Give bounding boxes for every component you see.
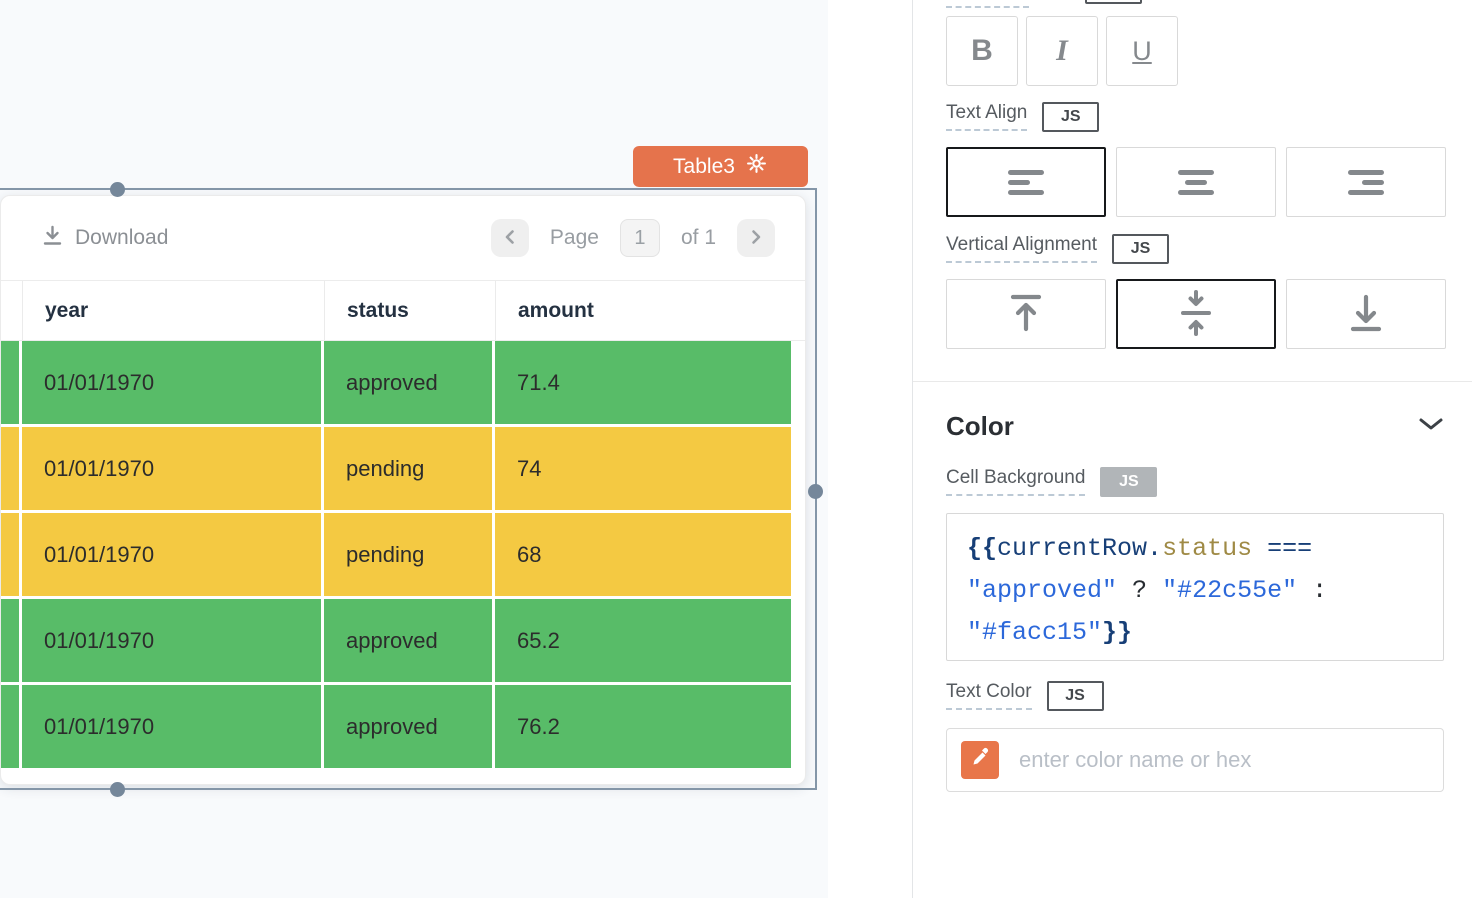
bold-button[interactable]: B: [946, 16, 1018, 86]
row-cell-year[interactable]: 01/01/1970: [22, 599, 321, 682]
text-color-label-row: Text Color JS: [946, 681, 1104, 711]
text-align-js-badge[interactable]: JS: [1042, 102, 1099, 132]
table-body: 01/01/1970 approved 71.4 01/01/1970 pend…: [1, 341, 805, 768]
valign-middle-button[interactable]: [1116, 279, 1276, 349]
text-color-input-wrap: [946, 728, 1444, 792]
align-left-button[interactable]: [946, 147, 1106, 217]
table-row[interactable]: 01/01/1970 approved 65.2: [1, 599, 805, 682]
canvas-panel-gap: [828, 0, 912, 898]
download-label: Download: [75, 226, 168, 250]
color-section-title: Color: [946, 411, 1014, 442]
gear-icon[interactable]: [745, 152, 768, 181]
row-cell-status[interactable]: approved: [324, 685, 492, 768]
header-cell-amount[interactable]: amount: [495, 281, 791, 340]
chevron-down-icon[interactable]: [1418, 416, 1444, 437]
row-cell-amount[interactable]: 76.2: [495, 685, 791, 768]
text-align-label-row: Text Align JS: [946, 102, 1099, 132]
text-color-label: Text Color: [946, 681, 1032, 710]
row-cell-amount[interactable]: 71.4: [495, 341, 791, 424]
align-center-button[interactable]: [1116, 147, 1276, 217]
valign-bottom-icon: [1347, 292, 1385, 337]
text-color-input[interactable]: [1019, 747, 1443, 773]
eyedropper-icon: [970, 747, 991, 773]
text-align-label: Text Align: [946, 102, 1027, 131]
chevron-left-icon: [502, 229, 518, 248]
page-number-input[interactable]: [620, 219, 660, 257]
header-cell-sliver: [1, 281, 23, 340]
row-cell-year[interactable]: 01/01/1970: [22, 513, 321, 596]
inspector-panel: Emphasis JS B I U Text Align JS Vertical…: [913, 0, 1472, 898]
header-cell-year[interactable]: year: [22, 281, 321, 340]
row-cell-sliver: [1, 685, 19, 768]
eyedropper-swatch[interactable]: [961, 741, 999, 779]
app-editor: Table3 Downlo: [0, 0, 1472, 898]
vertical-alignment-buttons: [946, 279, 1446, 349]
emphasis-buttons: B I U: [946, 16, 1178, 86]
next-page-button[interactable]: [737, 219, 775, 257]
align-center-icon: [1178, 170, 1214, 195]
valign-middle-icon: [1177, 290, 1215, 339]
emphasis-label: Emphasis: [946, 0, 1029, 8]
table-header-row: year status amount: [1, 281, 805, 341]
row-cell-status[interactable]: approved: [324, 599, 492, 682]
row-cell-status[interactable]: pending: [324, 513, 492, 596]
resize-handle-right[interactable]: [808, 484, 823, 499]
resize-handle-bottom[interactable]: [110, 782, 125, 797]
row-cell-sliver: [1, 341, 19, 424]
vertical-alignment-label: Vertical Alignment: [946, 234, 1097, 263]
text-color-js-badge[interactable]: JS: [1047, 681, 1104, 711]
table-toolbar: Download Page of 1: [1, 196, 805, 281]
row-cell-sliver: [1, 599, 19, 682]
download-icon: [41, 224, 64, 253]
component-tag-label: Table3: [673, 155, 735, 179]
editor-canvas[interactable]: Table3 Downlo: [0, 0, 828, 898]
align-right-button[interactable]: [1286, 147, 1446, 217]
resize-handle-top[interactable]: [110, 182, 125, 197]
color-section-header[interactable]: Color: [946, 411, 1444, 442]
row-cell-year[interactable]: 01/01/1970: [22, 685, 321, 768]
valign-bottom-button[interactable]: [1286, 279, 1446, 349]
prev-page-button[interactable]: [491, 219, 529, 257]
emphasis-js-badge[interactable]: JS: [1085, 0, 1142, 4]
cell-background-label-row: Cell Background JS: [946, 467, 1157, 497]
header-cell-status[interactable]: status: [324, 281, 492, 340]
chevron-right-icon: [748, 229, 764, 248]
text-align-buttons: [946, 147, 1446, 217]
cell-background-js-badge[interactable]: JS: [1100, 467, 1157, 497]
row-cell-amount[interactable]: 65.2: [495, 599, 791, 682]
table-row[interactable]: 01/01/1970 approved 71.4: [1, 341, 805, 424]
table-component[interactable]: Download Page of 1: [0, 195, 806, 785]
table-row[interactable]: 01/01/1970 approved 76.2: [1, 685, 805, 768]
row-cell-amount[interactable]: 74: [495, 427, 791, 510]
row-cell-year[interactable]: 01/01/1970: [22, 341, 321, 424]
underline-button[interactable]: U: [1106, 16, 1178, 86]
component-tag-table3[interactable]: Table3: [633, 146, 808, 187]
download-button[interactable]: Download: [41, 224, 168, 253]
page-of-label: of 1: [681, 226, 716, 250]
section-divider: [913, 381, 1472, 382]
pagination: Page of 1: [491, 219, 775, 257]
align-right-icon: [1348, 170, 1384, 195]
row-cell-sliver: [1, 427, 19, 510]
table-row[interactable]: 01/01/1970 pending 68: [1, 513, 805, 596]
vertical-alignment-js-badge[interactable]: JS: [1112, 234, 1169, 264]
table-row[interactable]: 01/01/1970 pending 74: [1, 427, 805, 510]
align-left-icon: [1008, 170, 1044, 195]
cell-background-code-editor[interactable]: {{currentRow.status === "approved" ? "#2…: [946, 513, 1444, 661]
valign-top-icon: [1007, 292, 1045, 337]
cell-background-label: Cell Background: [946, 467, 1085, 496]
vertical-alignment-label-row: Vertical Alignment JS: [946, 234, 1169, 264]
row-cell-year[interactable]: 01/01/1970: [22, 427, 321, 510]
row-cell-status[interactable]: approved: [324, 341, 492, 424]
row-cell-sliver: [1, 513, 19, 596]
italic-button[interactable]: I: [1026, 16, 1098, 86]
page-label: Page: [550, 226, 599, 250]
valign-top-button[interactable]: [946, 279, 1106, 349]
row-cell-amount[interactable]: 68: [495, 513, 791, 596]
row-cell-status[interactable]: pending: [324, 427, 492, 510]
